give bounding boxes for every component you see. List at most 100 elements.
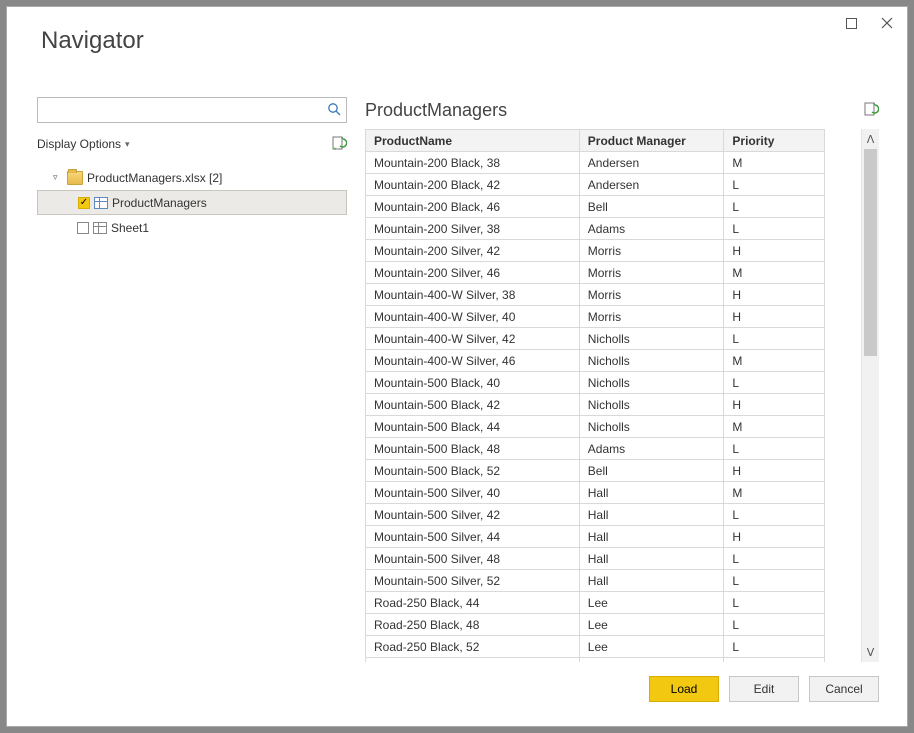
- tree-item-productmanagers[interactable]: ✓ProductManagers: [37, 190, 347, 215]
- cancel-button[interactable]: Cancel: [809, 676, 879, 702]
- table-cell: Mountain-500 Silver, 48: [366, 548, 580, 570]
- table-row[interactable]: Mountain-500 Silver, 52HallL: [366, 570, 825, 592]
- table-cell: Lee: [579, 636, 724, 658]
- search-icon[interactable]: [322, 102, 346, 119]
- preview-pane: ProductManagers ProductNameProduct Manag…: [365, 97, 879, 662]
- preview-table: ProductNameProduct ManagerPriority Mount…: [365, 129, 825, 662]
- table-cell: Mountain-400-W Silver, 42: [366, 328, 580, 350]
- left-pane: Display Options ▾ ▿ ProductManager: [37, 97, 347, 662]
- tree-item-sheet1[interactable]: Sheet1: [37, 215, 347, 240]
- table-cell: Bell: [579, 196, 724, 218]
- checkbox[interactable]: [77, 222, 89, 234]
- table-cell: L: [724, 504, 825, 526]
- expander-icon[interactable]: ▿: [53, 172, 63, 183]
- column-header[interactable]: ProductName: [366, 130, 580, 152]
- column-header[interactable]: Priority: [724, 130, 825, 152]
- dialog-footer: Load Edit Cancel: [7, 662, 907, 726]
- table-cell: Mountain-200 Silver, 42: [366, 240, 580, 262]
- chevron-down-icon: ▾: [125, 139, 130, 150]
- table-cell: Mountain-500 Silver, 42: [366, 504, 580, 526]
- search-box[interactable]: [37, 97, 347, 123]
- maximize-icon: [846, 18, 857, 29]
- table-row[interactable]: Mountain-200 Silver, 38AdamsL: [366, 218, 825, 240]
- edit-button[interactable]: Edit: [729, 676, 799, 702]
- table-cell: Mountain-500 Black, 48: [366, 438, 580, 460]
- table-cell: M: [724, 262, 825, 284]
- folder-icon: [67, 171, 83, 185]
- table-cell: Mountain-400-W Silver, 40: [366, 306, 580, 328]
- table-row[interactable]: Mountain-500 Silver, 42HallL: [366, 504, 825, 526]
- table-cell: Mountain-200 Black, 46: [366, 196, 580, 218]
- table-cell: Mountain-500 Black, 44: [366, 416, 580, 438]
- scroll-up-arrow[interactable]: ᐱ: [862, 129, 879, 149]
- close-button[interactable]: [877, 13, 897, 33]
- table-row[interactable]: Mountain-500 Black, 52BellH: [366, 460, 825, 482]
- load-button[interactable]: Load: [649, 676, 719, 702]
- nav-tree: ▿ ProductManagers.xlsx [2] ✓ProductManag…: [37, 165, 347, 240]
- table-cell: Andersen: [579, 152, 724, 174]
- table-cell: Nicholls: [579, 350, 724, 372]
- scroll-track[interactable]: [862, 149, 879, 642]
- scroll-thumb[interactable]: [864, 149, 877, 356]
- table-row[interactable]: Mountain-500 Black, 48AdamsL: [366, 438, 825, 460]
- table-cell: Morris: [579, 262, 724, 284]
- tree-root-file[interactable]: ▿ ProductManagers.xlsx [2]: [37, 165, 347, 190]
- table-row[interactable]: Road-250 Black, 44LeeL: [366, 592, 825, 614]
- table-body: Mountain-200 Black, 38AndersenMMountain-…: [366, 152, 825, 663]
- navigator-dialog: Navigator Display Options ▾: [6, 6, 908, 727]
- table-cell: H: [724, 240, 825, 262]
- table-cell: Nicholls: [579, 328, 724, 350]
- table-cell: Hall: [579, 526, 724, 548]
- table-cell: H: [724, 306, 825, 328]
- dialog-title: Navigator: [41, 27, 144, 55]
- table-cell: Mountain-200 Black, 42: [366, 174, 580, 196]
- table-cell: L: [724, 438, 825, 460]
- table-row[interactable]: Mountain-200 Silver, 46MorrisM: [366, 262, 825, 284]
- table-cell: Mountain-400-W Silver, 38: [366, 284, 580, 306]
- table-row[interactable]: Mountain-200 Black, 42AndersenL: [366, 174, 825, 196]
- tree-root-label: ProductManagers.xlsx [2]: [87, 171, 222, 185]
- table-cell: Mountain-500 Silver, 44: [366, 526, 580, 548]
- preview-refresh-icon[interactable]: [863, 102, 879, 118]
- table-cell: Mountain-500 Black, 40: [366, 372, 580, 394]
- table-cell: L: [724, 636, 825, 658]
- table-cell: Mountain-200 Silver, 46: [366, 262, 580, 284]
- display-options-dropdown[interactable]: Display Options ▾: [37, 137, 130, 151]
- table-row[interactable]: Mountain-500 Silver, 40HallM: [366, 482, 825, 504]
- table-row[interactable]: Mountain-500 Silver, 44HallH: [366, 526, 825, 548]
- table-row[interactable]: Mountain-500 Silver, 48HallL: [366, 548, 825, 570]
- table-row[interactable]: Mountain-400-W Silver, 38MorrisH: [366, 284, 825, 306]
- table-row[interactable]: Mountain-500 Black, 40NichollsL: [366, 372, 825, 394]
- table-cell: Mountain-500 Black, 52: [366, 460, 580, 482]
- table-row[interactable]: Mountain-400-W Silver, 46NichollsM: [366, 350, 825, 372]
- table-row[interactable]: Mountain-200 Black, 38AndersenM: [366, 152, 825, 174]
- maximize-button[interactable]: [841, 13, 861, 33]
- table-cell: L: [724, 328, 825, 350]
- table-cell: Bell: [579, 460, 724, 482]
- table-row[interactable]: Mountain-200 Silver, 42MorrisH: [366, 240, 825, 262]
- table-row[interactable]: Road-250 Black, 48LeeL: [366, 614, 825, 636]
- scroll-down-arrow[interactable]: ᐯ: [862, 642, 879, 662]
- column-header[interactable]: Product Manager: [579, 130, 724, 152]
- table-cell: H: [724, 394, 825, 416]
- table-cell: Nicholls: [579, 372, 724, 394]
- table-row[interactable]: Mountain-500 Black, 44NichollsM: [366, 416, 825, 438]
- table-row[interactable]: Mountain-500 Black, 42NichollsH: [366, 394, 825, 416]
- table-cell: H: [724, 460, 825, 482]
- table-cell: L: [724, 548, 825, 570]
- refresh-icon[interactable]: [331, 136, 347, 152]
- table-cell: Road-250 Black, 52: [366, 636, 580, 658]
- table-cell: Mountain-400-W Silver, 46: [366, 350, 580, 372]
- table-row[interactable]: Road-250 Black, 52LeeL: [366, 636, 825, 658]
- table-row[interactable]: Mountain-400-W Silver, 40MorrisH: [366, 306, 825, 328]
- table-cell: Nicholls: [579, 416, 724, 438]
- checkbox[interactable]: ✓: [78, 197, 90, 209]
- table-cell: Morris: [579, 240, 724, 262]
- table-row[interactable]: Mountain-200 Black, 46BellL: [366, 196, 825, 218]
- table-icon: [94, 197, 108, 209]
- search-input[interactable]: [38, 103, 322, 117]
- table-cell: L: [724, 372, 825, 394]
- vertical-scrollbar[interactable]: ᐱ ᐯ: [861, 129, 879, 662]
- table-cell: Mountain-200 Silver, 38: [366, 218, 580, 240]
- table-row[interactable]: Mountain-400-W Silver, 42NichollsL: [366, 328, 825, 350]
